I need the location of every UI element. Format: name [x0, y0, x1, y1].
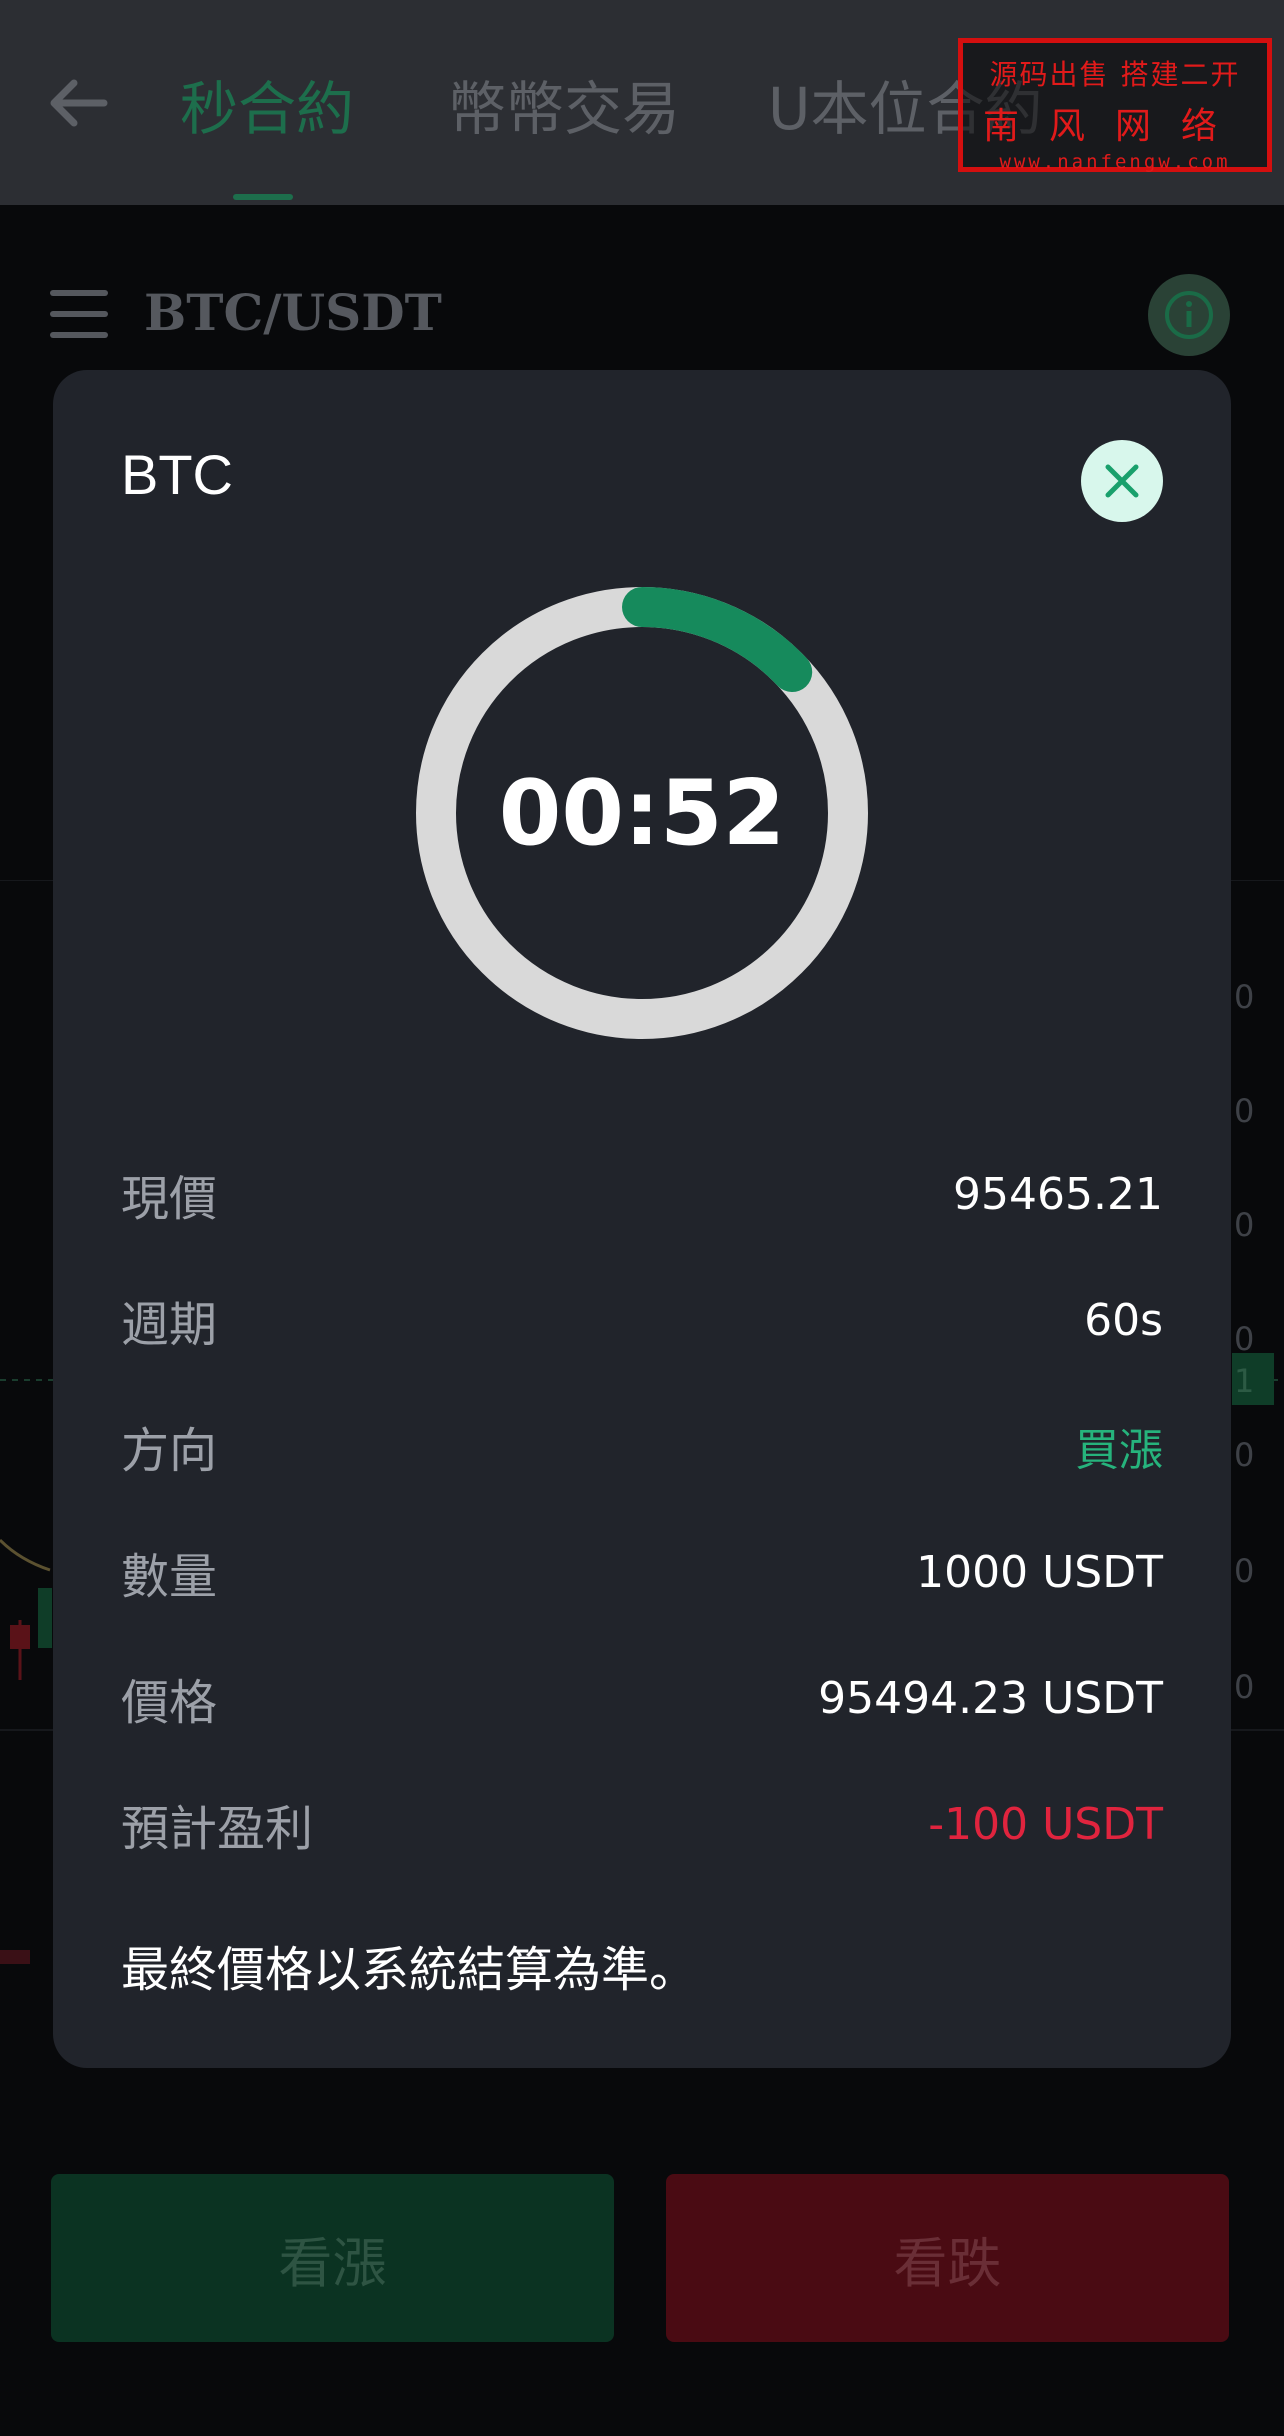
- axis-tick-label: 0: [1234, 1206, 1255, 1244]
- tab-spot-trading[interactable]: 幣幣交易: [448, 62, 680, 146]
- detail-row-quantity: 數量 1000 USDT: [121, 1532, 1163, 1612]
- detail-row-current-price: 現價 95465.21: [121, 1154, 1163, 1234]
- info-button[interactable]: [1148, 274, 1230, 356]
- order-countdown-modal: BTC 00:52 現價 95465.21 週期 60s 方向 買漲 數量 10…: [53, 370, 1231, 2068]
- detail-row-period: 週期 60s: [121, 1280, 1163, 1360]
- countdown-text: 00:52: [498, 760, 786, 866]
- modal-title: BTC: [121, 443, 233, 506]
- watermark-line3: www.nanfengw.com: [999, 151, 1231, 173]
- axis-tick-label: 0: [1234, 1436, 1255, 1474]
- axis-current-price-label: 1: [1234, 1362, 1255, 1400]
- axis-tick-label: 0: [1234, 1320, 1255, 1358]
- detail-row-direction: 方向 買漲: [121, 1406, 1163, 1486]
- detail-row-expected-profit: 預計盈利 -100 USDT: [121, 1784, 1163, 1864]
- settlement-note: 最終價格以系統結算為準。: [121, 1942, 698, 1998]
- row-value: 95465.21: [953, 1168, 1163, 1220]
- watermark-stamp: 源码出售 搭建二开 南风网络 www.nanfengw.com: [958, 38, 1272, 173]
- info-icon: [1165, 291, 1213, 339]
- close-icon: [1105, 464, 1139, 498]
- row-value: 60s: [1084, 1294, 1163, 1346]
- active-tab-indicator: [233, 194, 293, 200]
- row-value: 95494.23 USDT: [818, 1672, 1163, 1724]
- axis-tick-label: 0: [1234, 1092, 1255, 1130]
- axis-tick-label: 0: [1234, 978, 1255, 1016]
- detail-row-price: 價格 95494.23 USDT: [121, 1658, 1163, 1738]
- watermark-line1: 源码出售 搭建二开: [989, 58, 1241, 91]
- buy-down-button[interactable]: 看跌: [666, 2174, 1229, 2342]
- trading-pair-title[interactable]: BTC/USDT: [144, 283, 442, 342]
- watermark-line2: 南风网络: [982, 106, 1247, 147]
- axis-tick-label: 0: [1234, 1668, 1255, 1706]
- row-label: 週期: [121, 1297, 218, 1353]
- row-label: 現價: [121, 1171, 218, 1227]
- row-value: 買漲: [1075, 1425, 1163, 1476]
- row-value: -100 USDT: [928, 1798, 1163, 1850]
- top-navigation-bar: 秒合約 幣幣交易 U本位合約 源码出售 搭建二开 南风网络 www.nanfen…: [0, 0, 1284, 205]
- tab-seconds-contract[interactable]: 秒合約: [180, 62, 354, 146]
- back-arrow-icon[interactable]: [44, 68, 114, 138]
- close-button[interactable]: [1081, 440, 1163, 522]
- row-label: 方向: [121, 1423, 218, 1479]
- buy-up-button[interactable]: 看漲: [51, 2174, 614, 2342]
- row-value: 1000 USDT: [916, 1546, 1163, 1598]
- row-label: 數量: [121, 1549, 218, 1605]
- row-label: 預計盈利: [121, 1801, 314, 1857]
- row-label: 價格: [121, 1675, 218, 1731]
- countdown-timer: 00:52: [415, 586, 869, 1040]
- menu-icon[interactable]: [50, 290, 108, 338]
- axis-tick-label: 0: [1234, 1552, 1255, 1590]
